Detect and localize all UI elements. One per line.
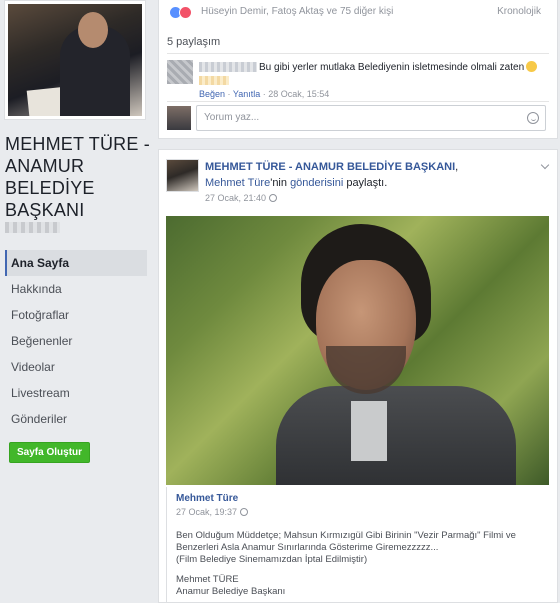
page-username-blurred	[5, 222, 60, 233]
previous-post-footer: Hüseyin Demir, Fatoş Aktaş ve 75 diğer k…	[158, 0, 558, 139]
reaction-icons[interactable]	[169, 6, 192, 19]
profile-photo-image	[8, 4, 142, 116]
post-text-line: (Film Belediye Sinemamızdan İptal Edilmi…	[176, 554, 368, 565]
commenter-avatar-blurred[interactable]	[167, 60, 193, 84]
page-title[interactable]: MEHMET TÜRE - ANAMUR BELEDİYE BAŞKANI	[5, 133, 153, 221]
reactions-row: Hüseyin Demir, Fatoş Aktaş ve 75 diğer k…	[169, 4, 549, 20]
share-count[interactable]: 5 paylaşım	[167, 36, 220, 48]
post-page-name-link[interactable]: MEHMET TÜRE - ANAMUR BELEDİYE BAŞKANI	[205, 161, 455, 173]
shared-post-card: MEHMET TÜRE - ANAMUR BELEDİYE BAŞKANI, M…	[158, 149, 558, 603]
comment-reply-link[interactable]: Yanıtla	[233, 89, 260, 99]
shared-post-photo[interactable]	[166, 216, 549, 485]
nav-item-videos[interactable]: Videolar	[5, 354, 147, 380]
original-post-text: Ben Olduğum Müddetçe; Mahsun Kırmızıgül …	[176, 530, 546, 598]
comment-actions: Beğen · Yanıtla · 28 Ocak, 15:54	[199, 89, 330, 99]
post-options-chevron-icon[interactable]	[540, 160, 550, 170]
post-header-comma: ,	[455, 161, 459, 173]
nav-item-livestream[interactable]: Livestream	[5, 380, 147, 406]
globe-icon	[240, 508, 249, 516]
post-text-line: Benzerleri Asla Anamur Sınırlarında Göst…	[176, 542, 439, 553]
nav-item-posts[interactable]: Gönderiler	[5, 406, 147, 432]
emoji-icon	[526, 61, 538, 72]
post-header-possessive: 'nin	[270, 177, 291, 189]
post-header-action: paylaştı.	[343, 177, 388, 189]
post-signature-line: Anamur Belediye Başkanı	[176, 586, 286, 597]
profile-picture[interactable]	[4, 0, 146, 120]
comment-input-placeholder: Yorum yaz...	[204, 112, 260, 123]
original-author-link[interactable]: Mehmet Türe	[205, 177, 270, 189]
page-sidebar: MEHMET TÜRE - ANAMUR BELEDİYE BAŞKANI An…	[0, 0, 156, 603]
comment-order-dropdown[interactable]: Kronolojik	[497, 6, 541, 17]
original-post-time[interactable]: 27 Ocak, 19:37	[176, 507, 249, 517]
create-page-button[interactable]: Sayfa Oluştur	[9, 442, 91, 463]
comment-time[interactable]: 28 Ocak, 15:54	[268, 89, 329, 99]
post-text-line: Ben Olduğum Müddetçe; Mahsun Kırmızıgül …	[176, 530, 516, 541]
original-time-text: 27 Ocak, 19:37	[176, 507, 238, 517]
post-timestamp[interactable]: 27 Ocak, 21:40	[205, 193, 278, 203]
comment-like-link[interactable]: Beğen	[199, 89, 225, 99]
post-signature-line: Mehmet TÜRE	[176, 574, 239, 585]
page-nav: Ana Sayfa Hakkında Fotoğraflar Beğenenle…	[5, 250, 147, 432]
shared-content-border	[166, 487, 167, 602]
page-avatar[interactable]	[166, 159, 199, 192]
divider	[167, 53, 549, 54]
original-post-link[interactable]: gönderisini	[290, 177, 343, 189]
post-time-text: 27 Ocak, 21:40	[205, 193, 267, 203]
comment-emoji-blurred	[199, 76, 229, 85]
original-post-author[interactable]: Mehmet Türe	[176, 493, 238, 504]
divider	[167, 101, 549, 102]
reactors-list[interactable]: Hüseyin Demir, Fatoş Aktaş ve 75 diğer k…	[201, 6, 393, 17]
nav-item-likes[interactable]: Beğenenler	[5, 328, 147, 354]
post-header: MEHMET TÜRE - ANAMUR BELEDİYE BAŞKANI, M…	[205, 159, 535, 191]
emoji-picker-icon[interactable]	[527, 112, 539, 124]
current-user-avatar[interactable]	[167, 106, 191, 130]
comment-text: Bu gibi yerler mutlaka Belediyenin islet…	[259, 61, 538, 73]
comment-input[interactable]: Yorum yaz...	[196, 105, 546, 131]
nav-item-photos[interactable]: Fotoğraflar	[5, 302, 147, 328]
nav-item-home[interactable]: Ana Sayfa	[5, 250, 147, 276]
commenter-name-blurred[interactable]	[199, 62, 257, 72]
love-reaction-icon	[179, 6, 192, 19]
comment-body: Bu gibi yerler mutlaka Belediyenin islet…	[259, 62, 525, 73]
globe-icon	[269, 194, 278, 202]
nav-item-about[interactable]: Hakkında	[5, 276, 147, 302]
